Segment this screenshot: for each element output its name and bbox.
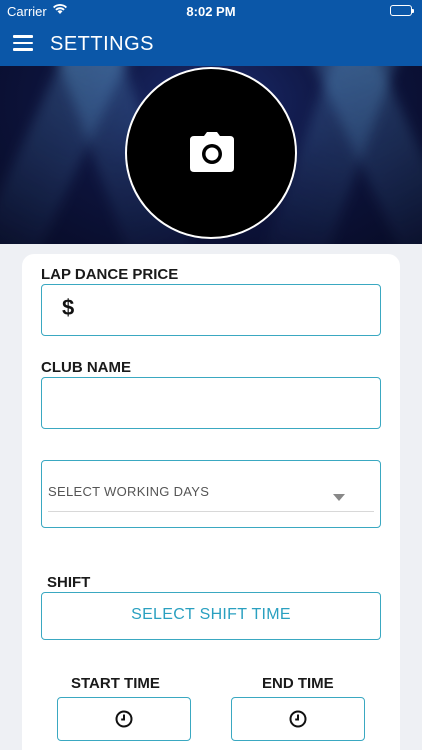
working-days-dropdown[interactable]: SELECT WORKING DAYS [41, 460, 381, 528]
clock-icon [289, 710, 307, 728]
club-name-label: CLUB NAME [41, 359, 131, 376]
nav-bar: SETTINGS [0, 22, 422, 66]
working-days-placeholder: SELECT WORKING DAYS [48, 484, 210, 499]
chevron-down-icon [333, 494, 345, 501]
battery-icon [390, 5, 414, 16]
camera-icon [190, 132, 234, 172]
profile-photo-button[interactable] [125, 67, 297, 239]
clock-time: 8:02 PM [186, 4, 236, 19]
shift-label: SHIFT [47, 574, 91, 591]
currency-symbol: $ [62, 295, 75, 320]
start-time-label: START TIME [71, 675, 160, 692]
select-shift-time-button[interactable]: SELECT SHIFT TIME [41, 592, 381, 640]
select-shift-time-label: SELECT SHIFT TIME [131, 606, 291, 623]
page-title: SETTINGS [50, 33, 155, 55]
status-bar: Carrier 8:02 PM [0, 0, 422, 22]
end-time-picker[interactable] [231, 697, 365, 741]
lap-dance-price-input[interactable]: $ [41, 284, 381, 336]
lap-dance-price-label: LAP DANCE PRICE [41, 266, 179, 283]
start-time-picker[interactable] [57, 697, 191, 741]
settings-form-card: LAP DANCE PRICE $ CLUB NAME SELECT WORKI… [22, 254, 400, 750]
hamburger-menu-icon[interactable] [13, 35, 33, 51]
club-name-input[interactable] [41, 377, 381, 429]
end-time-label: END TIME [262, 675, 334, 692]
clock-icon [115, 710, 133, 728]
